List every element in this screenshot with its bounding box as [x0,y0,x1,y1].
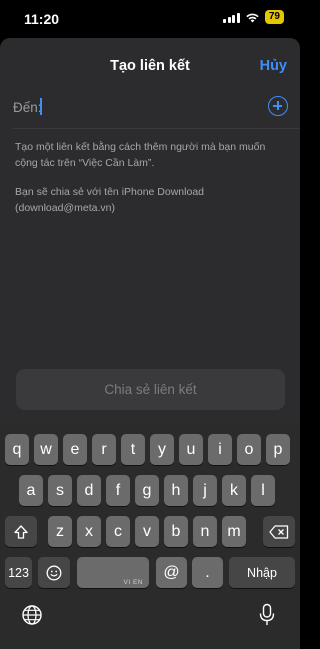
at-key[interactable]: @ [156,557,187,588]
key-d[interactable]: d [77,475,101,506]
key-v[interactable]: v [135,516,159,547]
key-w[interactable]: w [34,434,58,465]
backspace-icon [269,524,289,539]
share-link-button[interactable]: Chia sẻ liên kết [16,369,285,410]
space-key[interactable]: VI EN [77,557,149,588]
key-t[interactable]: t [121,434,145,465]
key-p[interactable]: p [266,434,290,465]
key-k[interactable]: k [222,475,246,506]
key-r[interactable]: r [92,434,116,465]
key-s[interactable]: s [48,475,72,506]
battery-indicator: 79 [264,10,284,24]
info-text-collaborate: Tạo một liên kết bằng cách thêm người mà… [15,141,266,169]
text-cursor [40,98,42,115]
key-j[interactable]: j [193,475,217,506]
key-h[interactable]: h [164,475,188,506]
emoji-key[interactable] [38,557,70,588]
key-o[interactable]: o [237,434,261,465]
key-a[interactable]: a [19,475,43,506]
key-g[interactable]: g [135,475,159,506]
backspace-key[interactable] [263,516,295,547]
shift-icon [14,524,28,539]
sheet-title: Tạo liên kết [110,58,190,74]
wifi-icon [245,12,260,23]
add-contact-icon[interactable] [268,96,288,116]
key-n[interactable]: n [193,516,217,547]
key-b[interactable]: b [164,516,188,547]
cellular-signal-icon [223,12,240,23]
status-bar: 11:20 79 [0,0,300,38]
create-link-sheet: Tạo liên kết Hủy Đến: Tạo một liên kết b… [0,38,300,649]
key-u[interactable]: u [179,434,203,465]
microphone-icon[interactable] [257,603,277,627]
recipient-row: Đến: [0,92,300,128]
status-time: 11:20 [24,11,60,27]
divider [13,128,300,129]
numbers-key[interactable]: 123 [5,557,32,588]
shift-key[interactable] [5,516,37,547]
info-text-share-as: Bạn sẽ chia sẻ với tên iPhone Download (… [15,186,204,214]
dot-key[interactable]: . [192,557,223,588]
cancel-button[interactable]: Hủy [260,58,287,74]
globe-icon[interactable] [21,604,43,626]
key-i[interactable]: i [208,434,232,465]
recipient-label: Đến: [13,100,42,115]
sheet-header: Tạo liên kết Hủy [0,38,300,94]
recipient-input[interactable] [44,94,254,124]
input-language-indicator: VI EN [123,579,143,586]
key-q[interactable]: q [5,434,29,465]
key-y[interactable]: y [150,434,174,465]
keyboard: q w e r t y u i o p a s d f g h j k l z … [0,424,300,649]
status-icons: 79 [223,10,284,24]
key-c[interactable]: c [106,516,130,547]
return-key[interactable]: Nhập [229,557,295,588]
emoji-icon [46,565,62,580]
key-f[interactable]: f [106,475,130,506]
key-e[interactable]: e [63,434,87,465]
key-l[interactable]: l [251,475,275,506]
key-m[interactable]: m [222,516,246,547]
key-x[interactable]: x [77,516,101,547]
key-z[interactable]: z [48,516,72,547]
